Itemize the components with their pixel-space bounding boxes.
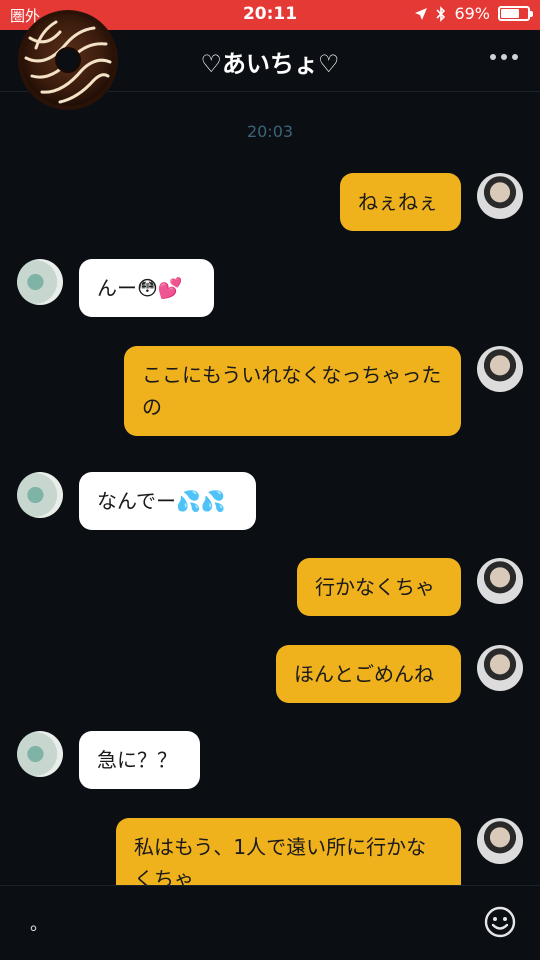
bluetooth-icon: [436, 5, 446, 22]
friend-avatar[interactable]: [17, 259, 63, 305]
message-bubble-theirs[interactable]: 急に？？: [79, 731, 200, 789]
my-avatar[interactable]: [477, 173, 523, 219]
location-icon: [415, 7, 428, 20]
my-avatar[interactable]: [477, 346, 523, 392]
chat-timestamp: 20:03: [246, 122, 294, 141]
smiley-icon[interactable]: [484, 906, 516, 938]
message-bubble-mine[interactable]: ねぇねぇ: [340, 173, 461, 231]
message-bubble-theirs[interactable]: なんでー💦💦: [79, 472, 256, 530]
friend-avatar[interactable]: [17, 731, 63, 777]
battery-fill: [501, 9, 519, 18]
my-avatar[interactable]: [477, 558, 523, 604]
message-input-bar: 。: [0, 885, 540, 960]
message-bubble-theirs[interactable]: んー😳💕: [79, 259, 214, 317]
donut-sticker-icon: [18, 10, 118, 110]
battery-icon: [498, 6, 533, 21]
battery-percent: 69%: [454, 4, 490, 23]
my-avatar[interactable]: [477, 818, 523, 864]
more-dots-icon[interactable]: [490, 54, 518, 60]
message-bubble-mine[interactable]: 行かなくちゃ: [297, 558, 461, 616]
my-avatar[interactable]: [477, 645, 523, 691]
message-bubble-mine[interactable]: ここにもういれなくなっちゃったの: [124, 346, 461, 436]
message-input[interactable]: 。: [30, 910, 48, 936]
friend-avatar[interactable]: [17, 472, 63, 518]
status-right: 69%: [414, 4, 533, 23]
message-bubble-mine[interactable]: ほんとごめんね: [276, 645, 461, 703]
